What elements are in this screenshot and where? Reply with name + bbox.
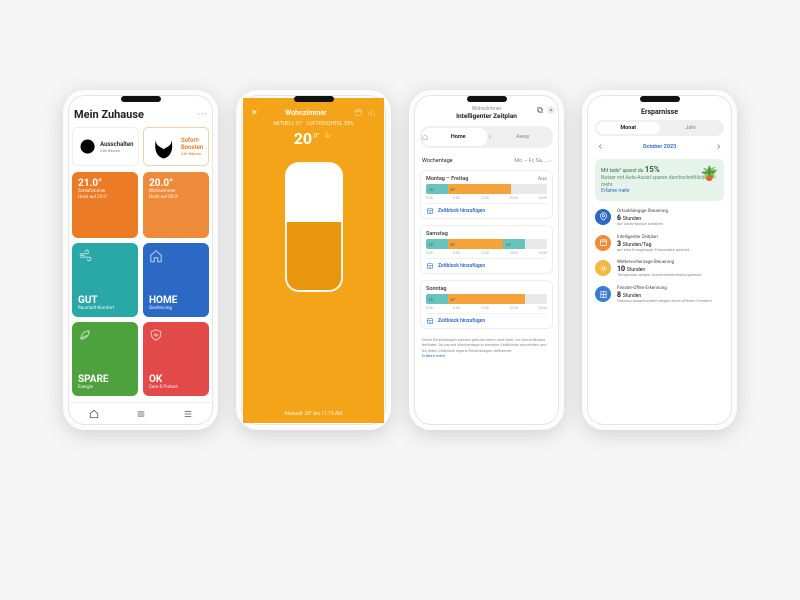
schedule-icon[interactable] (354, 108, 363, 117)
time-bar[interactable]: 15°20°15° (426, 239, 547, 249)
phone-room-control: ✕ Wohnzimmer AKTUELL 21° LUFTFEUCHTIG. 5… (236, 90, 391, 430)
temperature-slider[interactable] (285, 162, 343, 292)
nav-stack[interactable] (136, 409, 146, 421)
room-tile-living[interactable]: 20.0° Wohnzimmer Heizt auf 20.0° (143, 172, 209, 237)
flame-icon (148, 131, 179, 162)
tile-energy[interactable]: SPARE Energie (72, 322, 138, 396)
chevron-left-icon[interactable] (597, 143, 604, 150)
segment-month[interactable]: Monat (597, 122, 660, 134)
home-icon (149, 249, 163, 263)
calendar-plus-icon (426, 207, 434, 215)
nav-menu[interactable] (183, 409, 193, 421)
turn-off-all-button[interactable]: Ausschalten Alle Räume (72, 127, 139, 166)
geo-icon (595, 209, 611, 225)
day-card[interactable]: Montag – FreitagAus 15°20° 0:006:0012:00… (420, 170, 553, 219)
menu-icon (183, 409, 193, 419)
tile-geofencing[interactable]: HOME Geofencing (143, 243, 209, 317)
close-icon[interactable]: ✕ (251, 108, 258, 117)
segment-away[interactable]: Away (487, 128, 552, 146)
phone-schedule: Wohnzimmer Intelligenter Zeitplan Home A… (409, 90, 564, 430)
shield-heart-icon (149, 328, 163, 342)
target-temperature: 20.0° ✋ (251, 129, 376, 148)
page-title: Intelligenter Zeitplan (418, 112, 555, 120)
sun-icon (595, 260, 611, 276)
learn-more-link[interactable]: Erfahre mehr (601, 188, 630, 194)
phone-savings: Ersparnisse Monat Jahr October 2023 Mit … (582, 90, 737, 430)
sched-icon (595, 235, 611, 251)
savings-summary-card: Mit tado° sparst du 15% Nutzer mit Auto-… (595, 159, 724, 201)
add-timeblock-button[interactable]: Zeitblock hinzufügen (426, 258, 547, 270)
savings-stat: Intelligenter Zeitplan 3 Stunden/Tag auf… (595, 235, 724, 253)
calendar-plus-icon (426, 317, 434, 325)
gear-icon[interactable] (547, 106, 555, 114)
power-icon (77, 136, 98, 157)
home-icon (89, 409, 99, 419)
time-bar[interactable]: 15°20° (426, 294, 547, 304)
mode-segmented[interactable]: Home Away (420, 126, 553, 148)
savings-stat: Wettervorhersage-Steuerung 10 Stunden Te… (595, 260, 724, 278)
range-segmented[interactable]: Monat Jahr (595, 120, 724, 136)
leaf-icon (78, 328, 92, 342)
status-footer: Manuell: 20° bis 11:15 AM (251, 411, 376, 417)
win-icon (595, 286, 611, 302)
home-icon (422, 134, 428, 140)
tile-care-protect[interactable]: OK Care & Protect (143, 322, 209, 396)
calendar-plus-icon (426, 262, 434, 270)
add-timeblock-button[interactable]: Zeitblock hinzufügen (426, 203, 547, 215)
more-icon[interactable]: ⋯ (197, 109, 207, 120)
stack-icon (136, 409, 146, 419)
phone-lineup: Mein Zuhause ⋯ Ausschalten Alle Räume So… (0, 0, 800, 430)
boost-all-button[interactable]: Sofort-Boosten Alle Räume (143, 127, 210, 166)
copy-icon[interactable] (536, 106, 544, 114)
plant-icon: 🪴 (701, 165, 718, 183)
manual-icon: ✋ (323, 131, 333, 140)
stats-icon[interactable] (367, 108, 376, 117)
page-title: Mein Zuhause (74, 108, 144, 121)
schedule-info-text: Diese Einstellungen werden genutzt wenn … (416, 335, 557, 359)
segment-year[interactable]: Jahr (660, 122, 723, 134)
room-name: Wohnzimmer (258, 109, 354, 117)
savings-stat: Ortsabhängige Steuerung 6 Stunden auf Aw… (595, 209, 724, 227)
room-tile-bedroom[interactable]: 21.0° Schlafzimmer Heizt auf 23.0° (72, 172, 138, 237)
walk-icon (487, 134, 493, 140)
month-label: October 2023 (643, 144, 677, 150)
segment-home[interactable]: Home (422, 128, 487, 146)
weekday-row[interactable]: Wochentage Mo – Fr, Sa, … › (416, 154, 557, 170)
wind-icon (78, 249, 92, 263)
nav-home[interactable] (89, 409, 99, 421)
phone-dashboard: Mein Zuhause ⋯ Ausschalten Alle Räume So… (63, 90, 218, 430)
add-timeblock-button[interactable]: Zeitblock hinzufügen (426, 313, 547, 325)
savings-stat: Fenster-Offen-Erkennung 8 Stunden Heizun… (595, 286, 724, 304)
chevron-right-icon[interactable] (715, 143, 722, 150)
tile-air-comfort[interactable]: GUT Raumluft-Komfort (72, 243, 138, 317)
day-card[interactable]: Samstag 15°20°15° 0:006:0012:0018:0024:0… (420, 225, 553, 274)
learn-more-link[interactable]: Erfahre mehr (422, 353, 445, 358)
time-bar[interactable]: 15°20° (426, 184, 547, 194)
day-card[interactable]: Sonntag 15°20° 0:006:0012:0018:0024:00 Z… (420, 280, 553, 329)
